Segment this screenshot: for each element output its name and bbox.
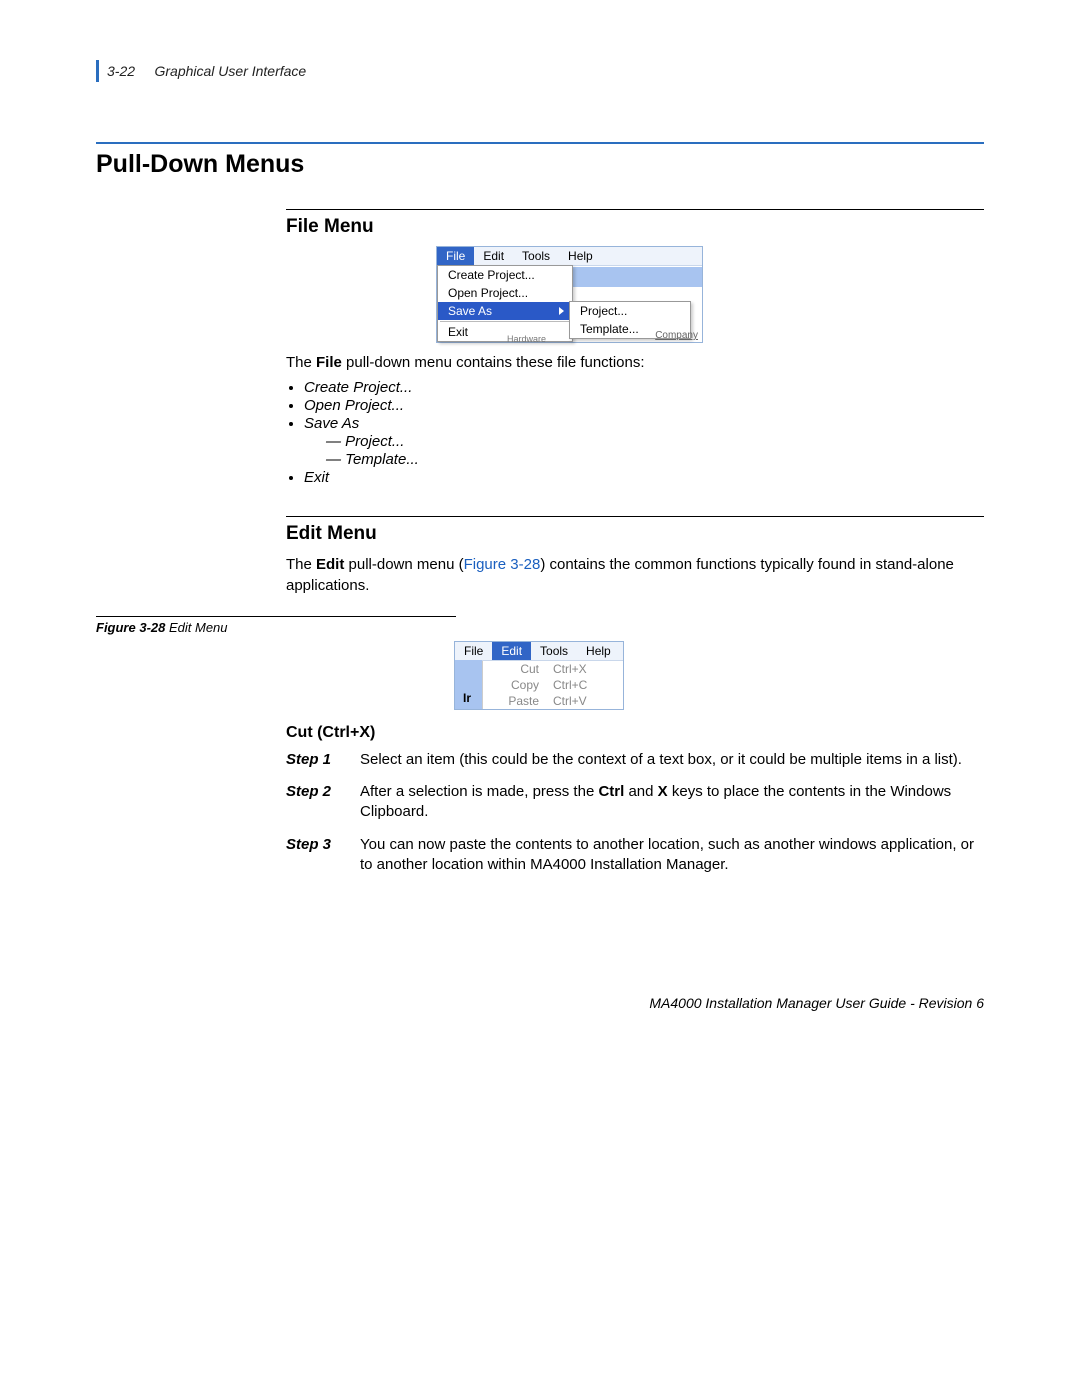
menu-separator [440,321,570,322]
cut-heading: Cut (Ctrl+X) [286,724,984,742]
dd-exit[interactable]: Exit [438,323,572,341]
hardware-label: Hardware [507,334,546,344]
menu-tools[interactable]: Tools [513,247,559,265]
sub-project[interactable]: Project... [570,302,690,320]
list-item: Exit [304,469,984,486]
edit-dropdown: Cut Ctrl+X Copy Ctrl+C Paste Ctrl+V [482,661,623,709]
menubar: File Edit Tools Help [437,247,702,266]
company-label: Company [655,330,698,341]
dd-paste[interactable]: Paste Ctrl+V [483,693,623,709]
dd-copy[interactable]: Copy Ctrl+C [483,677,623,693]
dd-save-as[interactable]: Save As [438,302,572,320]
page-number: 3-22 [107,63,135,79]
ir-label: Ir [463,691,471,705]
menu-help[interactable]: Help [559,247,602,265]
chevron-right-icon [559,307,564,315]
step-row: Step 2 After a selection is made, press … [286,782,984,823]
step-label: Step 1 [286,750,360,770]
menu-tools[interactable]: Tools [531,642,577,660]
step-label: Step 2 [286,782,360,823]
section-rule [96,142,984,144]
figure-link[interactable]: Figure 3-28 [464,556,541,573]
footer: MA4000 Installation Manager User Guide -… [96,995,984,1011]
dd-save-as-label: Save As [448,304,492,318]
menu-help[interactable]: Help [577,642,620,660]
menu-edit[interactable]: Edit [492,642,531,660]
file-menu-screenshot: File Edit Tools Help Create Project... O… [436,246,703,343]
edit-menu-heading: Edit Menu [286,523,984,545]
file-dropdown: Create Project... Open Project... Save A… [437,265,573,342]
step-text: After a selection is made, press the Ctr… [360,782,984,823]
dd-open-project[interactable]: Open Project... [438,284,572,302]
list-item: Project... [326,433,984,450]
step-label: Step 3 [286,835,360,876]
step-text: Select an item (this could be the contex… [360,750,962,770]
edit-menu-screenshot: File Edit Tools Help Ir Cut Ctrl+X Copy … [454,641,624,710]
chapter-title: Graphical User Interface [154,63,306,79]
menubar: File Edit Tools Help [455,642,623,661]
file-menu-list: Create Project... Open Project... Save A… [286,379,984,486]
step-text: You can now paste the contents to anothe… [360,835,984,876]
dd-cut[interactable]: Cut Ctrl+X [483,661,623,677]
menu-edit[interactable]: Edit [474,247,513,265]
subsection-rule [286,209,984,210]
edit-menu-intro: The Edit pull-down menu (Figure 3-28) co… [286,555,984,596]
menu-file[interactable]: File [455,642,492,660]
list-item: Save As Project... Template... [304,415,984,468]
subsection-rule [286,516,984,517]
list-item: Template... [326,451,984,468]
step-row: Step 1 Select an item (this could be the… [286,750,984,770]
section-title: Pull-Down Menus [96,150,984,179]
dd-create-project[interactable]: Create Project... [438,266,572,284]
figure-caption: Figure 3-28 Edit Menu [96,616,456,635]
file-menu-heading: File Menu [286,216,984,238]
file-menu-intro: The File pull-down menu contains these f… [286,353,984,373]
menu-file[interactable]: File [437,247,474,265]
page-header: 3-22 Graphical User Interface [96,60,984,82]
list-item: Open Project... [304,397,984,414]
list-item: Create Project... [304,379,984,396]
step-row: Step 3 You can now paste the contents to… [286,835,984,876]
